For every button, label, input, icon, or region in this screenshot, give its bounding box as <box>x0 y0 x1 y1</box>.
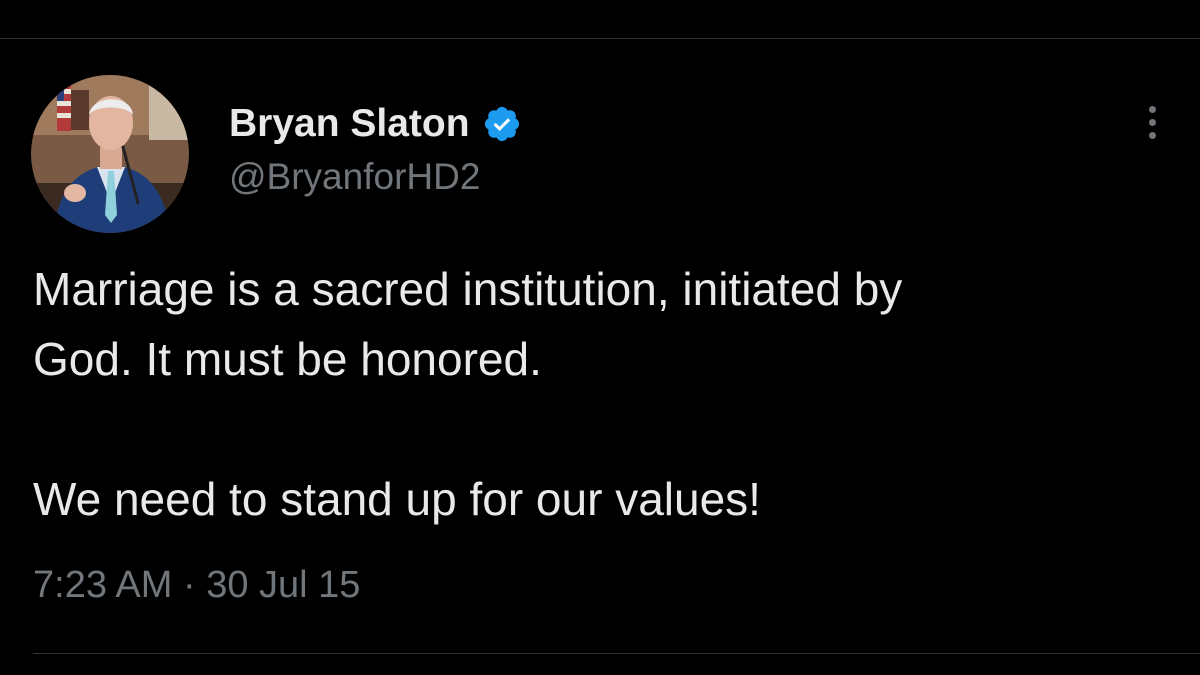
more-dot <box>1148 118 1156 126</box>
tweet-time[interactable]: 7:23 AM <box>33 564 172 606</box>
verified-badge-icon <box>482 104 522 144</box>
tweet-text-line: We need to stand up for our values! <box>33 473 761 525</box>
more-dot <box>1148 105 1156 113</box>
author-handle[interactable]: @BryanforHD2 <box>229 156 480 198</box>
avatar-photo <box>31 75 189 233</box>
bottom-divider <box>33 653 1200 654</box>
timestamp-separator: · <box>182 564 196 606</box>
top-divider <box>0 38 1200 39</box>
tweet-text-line: God. It must be honored. <box>33 333 542 385</box>
tweet-date[interactable]: 30 Jul 15 <box>206 564 360 606</box>
tweet-text: Marriage is a sacred institution, initia… <box>33 254 1173 534</box>
more-dot <box>1148 131 1156 139</box>
tweet-text-blank-line <box>33 394 1173 464</box>
tweet-timestamp[interactable]: 7:23 AM · 30 Jul 15 <box>33 564 360 607</box>
tweet-text-line: Marriage is a sacred institution, initia… <box>33 263 903 315</box>
avatar[interactable] <box>31 75 189 233</box>
more-options-icon[interactable] <box>1134 96 1170 148</box>
author-display-name[interactable]: Bryan Slaton <box>229 102 470 146</box>
author-name-row[interactable]: Bryan Slaton <box>229 96 522 152</box>
